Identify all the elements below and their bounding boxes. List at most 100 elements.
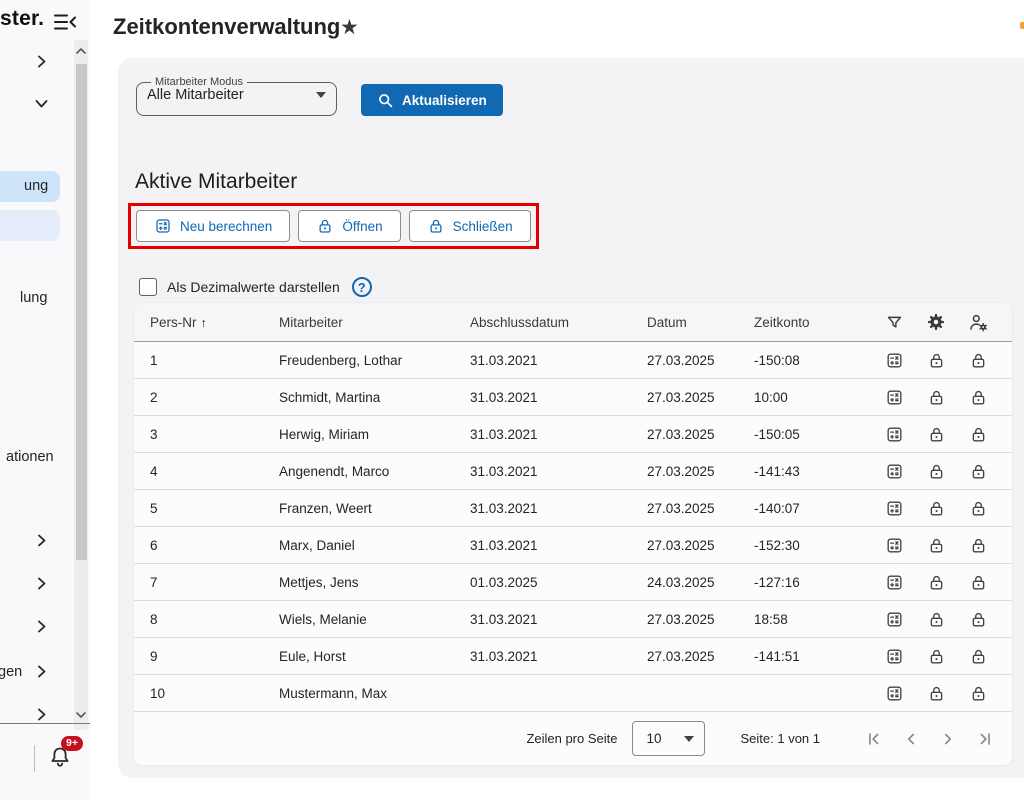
chevron-right-icon[interactable]: [35, 577, 49, 591]
user-settings-icon[interactable]: [957, 312, 999, 333]
row-lock-closed-icon[interactable]: [957, 573, 999, 592]
previous-page-icon[interactable]: [900, 728, 922, 750]
cell-zeitkonto: -141:43: [738, 464, 873, 479]
settings-gear-icon[interactable]: [915, 312, 957, 332]
cell-abschlussdatum: 31.03.2021: [454, 538, 631, 553]
cell-mitarbeiter: Schmidt, Martina: [263, 390, 454, 405]
scrollbar-thumb[interactable]: [76, 64, 87, 560]
sidebar-item-label[interactable]: ationen: [6, 449, 54, 465]
row-lock-open-icon[interactable]: [915, 647, 957, 666]
row-calculate-icon[interactable]: [873, 573, 915, 592]
open-button-label: Öffnen: [342, 219, 382, 234]
row-lock-closed-icon[interactable]: [957, 610, 999, 629]
column-header-datum[interactable]: Datum: [631, 315, 738, 330]
cell-zeitkonto: -150:05: [738, 427, 873, 442]
row-calculate-icon[interactable]: [873, 388, 915, 407]
open-button[interactable]: Öffnen: [298, 210, 400, 242]
row-lock-closed-icon[interactable]: [957, 536, 999, 555]
column-header-abschlussdatum[interactable]: Abschlussdatum: [454, 315, 631, 330]
chevron-right-icon[interactable]: [35, 55, 49, 69]
app-logo-text: ster.: [0, 7, 44, 31]
cell-abschlussdatum: 31.03.2021: [454, 353, 631, 368]
column-header-persnr[interactable]: Pers-Nr↑: [134, 315, 263, 330]
cell-abschlussdatum: 31.03.2021: [454, 501, 631, 516]
sidebar-item-label[interactable]: lung: [20, 290, 47, 306]
row-lock-open-icon[interactable]: [915, 684, 957, 703]
table-row[interactable]: 7 Mettjes, Jens 01.03.2025 24.03.2025 -1…: [134, 564, 1012, 601]
favorite-star-icon[interactable]: ★: [340, 15, 359, 40]
row-calculate-icon[interactable]: [873, 684, 915, 703]
row-lock-closed-icon[interactable]: [957, 684, 999, 703]
sidebar-item-highlighted[interactable]: [0, 210, 60, 241]
row-calculate-icon[interactable]: [873, 610, 915, 629]
row-lock-closed-icon[interactable]: [957, 499, 999, 518]
main-content: Zeitkontenverwaltung ★ Mitarbeiter Modus…: [90, 0, 1024, 800]
chevron-down-icon[interactable]: [35, 97, 49, 111]
table-row[interactable]: 2 Schmidt, Martina 31.03.2021 27.03.2025…: [134, 379, 1012, 416]
row-lock-open-icon[interactable]: [915, 610, 957, 629]
close-button[interactable]: Schließen: [409, 210, 531, 242]
table-row[interactable]: 3 Herwig, Miriam 31.03.2021 27.03.2025 -…: [134, 416, 1012, 453]
employee-mode-select[interactable]: Mitarbeiter Modus Alle Mitarbeiter: [136, 76, 337, 116]
recalculate-button[interactable]: Neu berechnen: [136, 210, 290, 242]
row-calculate-icon[interactable]: [873, 462, 915, 481]
row-lock-closed-icon[interactable]: [957, 388, 999, 407]
last-page-icon[interactable]: [974, 728, 996, 750]
notifications-bell-icon[interactable]: 9+: [48, 744, 74, 772]
filter-icon[interactable]: [873, 313, 915, 332]
cell-persnr: 10: [134, 686, 263, 701]
cell-zeitkonto: -127:16: [738, 575, 873, 590]
row-calculate-icon[interactable]: [873, 499, 915, 518]
chevron-down-icon: [684, 736, 694, 742]
column-header-zeitkonto[interactable]: Zeitkonto: [738, 315, 873, 330]
table-row[interactable]: 9 Eule, Horst 31.03.2021 27.03.2025 -141…: [134, 638, 1012, 675]
cell-datum: 27.03.2025: [631, 427, 738, 442]
refresh-button[interactable]: Aktualisieren: [361, 84, 503, 116]
table-row[interactable]: 10 Mustermann, Max: [134, 675, 1012, 712]
row-lock-open-icon[interactable]: [915, 351, 957, 370]
sidebar-scrollbar[interactable]: [74, 40, 88, 730]
cell-datum: 27.03.2025: [631, 612, 738, 627]
chevron-right-icon[interactable]: [35, 708, 49, 722]
calculator-icon: [154, 217, 172, 235]
row-lock-open-icon[interactable]: [915, 425, 957, 444]
collapse-sidebar-icon[interactable]: [53, 11, 77, 33]
help-icon[interactable]: ?: [352, 277, 372, 297]
row-lock-open-icon[interactable]: [915, 388, 957, 407]
table-pagination: Zeilen pro Seite 10 Seite: 1 von 1: [134, 712, 1012, 765]
chevron-right-icon[interactable]: [35, 620, 49, 634]
row-calculate-icon[interactable]: [873, 425, 915, 444]
table-row[interactable]: 8 Wiels, Melanie 31.03.2021 27.03.2025 1…: [134, 601, 1012, 638]
row-calculate-icon[interactable]: [873, 536, 915, 555]
sidebar-item-label[interactable]: gen: [0, 664, 22, 680]
scroll-down-icon[interactable]: [74, 708, 88, 722]
row-lock-open-icon[interactable]: [915, 573, 957, 592]
cell-persnr: 2: [134, 390, 263, 405]
chevron-right-icon[interactable]: [35, 534, 49, 548]
first-page-icon[interactable]: [863, 728, 885, 750]
table-row[interactable]: 6 Marx, Daniel 31.03.2021 27.03.2025 -15…: [134, 527, 1012, 564]
table-row[interactable]: 4 Angenendt, Marco 31.03.2021 27.03.2025…: [134, 453, 1012, 490]
scroll-up-icon[interactable]: [74, 44, 88, 58]
row-lock-open-icon[interactable]: [915, 536, 957, 555]
row-calculate-icon[interactable]: [873, 647, 915, 666]
row-lock-closed-icon[interactable]: [957, 462, 999, 481]
rows-per-page-label: Zeilen pro Seite: [526, 731, 617, 746]
row-lock-closed-icon[interactable]: [957, 425, 999, 444]
table-row[interactable]: 1 Freudenberg, Lothar 31.03.2021 27.03.2…: [134, 342, 1012, 379]
cell-persnr: 9: [134, 649, 263, 664]
cell-zeitkonto: -150:08: [738, 353, 873, 368]
column-header-mitarbeiter[interactable]: Mitarbeiter: [263, 315, 454, 330]
sidebar-item-label[interactable]: ung: [24, 178, 48, 194]
rows-per-page-select[interactable]: 10: [632, 721, 705, 756]
decimal-values-checkbox[interactable]: [139, 278, 157, 296]
row-lock-open-icon[interactable]: [915, 499, 957, 518]
row-lock-closed-icon[interactable]: [957, 351, 999, 370]
chevron-right-icon[interactable]: [35, 665, 49, 679]
row-calculate-icon[interactable]: [873, 351, 915, 370]
row-lock-closed-icon[interactable]: [957, 647, 999, 666]
next-page-icon[interactable]: [937, 728, 959, 750]
cell-mitarbeiter: Eule, Horst: [263, 649, 454, 664]
row-lock-open-icon[interactable]: [915, 462, 957, 481]
table-row[interactable]: 5 Franzen, Weert 31.03.2021 27.03.2025 -…: [134, 490, 1012, 527]
